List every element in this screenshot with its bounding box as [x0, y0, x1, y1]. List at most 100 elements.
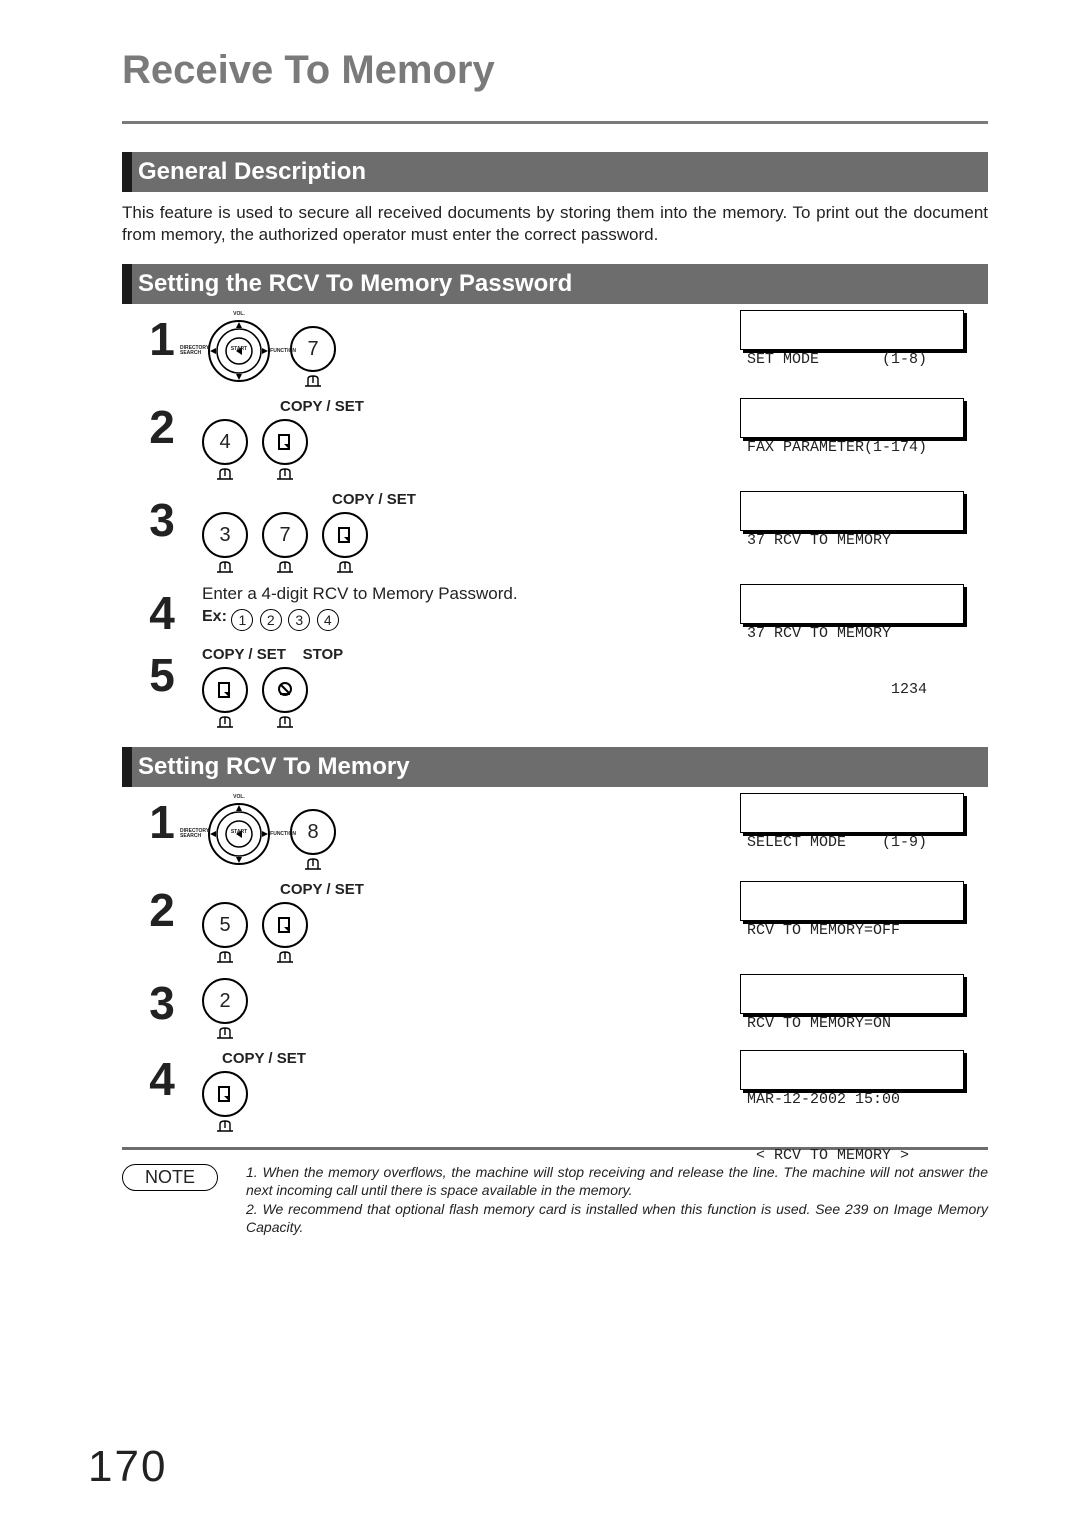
key-label: 8: [307, 821, 318, 844]
pw-step-5: 5 COPY / SET STOP: [122, 646, 988, 729]
lcd-display: RCV TO MEMORY=OFF 1:OFF 2:ON 3:PRINT: [740, 881, 964, 921]
dial-label-directory-search: DIRECTORY SEARCH: [180, 829, 200, 839]
lcd-line-1: SET MODE (1-8): [747, 351, 957, 370]
dial-label-vol: VOL.: [233, 794, 245, 800]
lcd-line-1: SELECT MODE (1-9): [747, 834, 957, 853]
key-4: 4: [202, 419, 248, 481]
lcd-line-1: MAR-12-2002 15:00: [747, 1091, 957, 1110]
copy-set-button: [202, 1071, 248, 1133]
copy-set-label: COPY / SET: [280, 398, 364, 415]
lcd-line-1: FAX PARAMETER(1-174): [747, 439, 957, 458]
key-label: 3: [219, 524, 230, 547]
rcv-step-1: 1: [122, 793, 988, 871]
copy-set-button: [262, 419, 308, 481]
lcd-display: MAR-12-2002 15:00 < RCV TO MEMORY >: [740, 1050, 964, 1090]
copy-set-label: COPY / SET: [280, 881, 364, 898]
stop-button: [262, 667, 308, 729]
pw-step-4: 4 Enter a 4-digit RCV to Memory Password…: [122, 584, 988, 636]
dial-label-start: START: [231, 829, 247, 835]
section-general-description: General Description: [122, 152, 988, 192]
lcd-display: 37 RCV TO MEMORY 1234: [740, 584, 964, 624]
press-icon: [274, 467, 296, 481]
section-set-password: Setting the RCV To Memory Password: [122, 264, 988, 304]
page-icon: [216, 1085, 234, 1103]
key-8: 8: [290, 809, 336, 871]
dial-label-vol: VOL.: [233, 311, 245, 317]
example-digit: 1: [231, 609, 253, 631]
key-2: 2: [202, 978, 248, 1040]
copy-set-button: [322, 512, 368, 574]
lcd-line-1: RCV TO MEMORY=OFF: [747, 922, 957, 941]
step-number: 2: [122, 887, 202, 933]
ex-label: Ex:: [202, 608, 227, 625]
press-icon: [214, 1119, 236, 1133]
dial-label-start: START: [231, 346, 247, 352]
section-heading: Setting RCV To Memory: [138, 753, 410, 780]
key-5: 5: [202, 902, 248, 964]
press-icon: [214, 1026, 236, 1040]
press-icon: [302, 857, 324, 871]
lcd-display: RCV TO MEMORY=ON 1:OFF 2:ON 3:PRINT: [740, 974, 964, 1014]
dial-label-directory-search: DIRECTORY SEARCH: [180, 346, 200, 356]
step-number: 2: [122, 404, 202, 450]
lcd-display: SET MODE (1-8) ENTER NO. OR ∨ ∧: [740, 310, 964, 350]
lcd-line-1: 37 RCV TO MEMORY: [747, 532, 957, 551]
press-icon: [214, 950, 236, 964]
key-label: 4: [219, 431, 230, 454]
stop-icon: [275, 680, 295, 700]
press-icon: [274, 950, 296, 964]
function-dial: VOL. DIRECTORY SEARCH FUNCTION START: [202, 797, 276, 871]
page-icon: [216, 681, 234, 699]
press-icon: [214, 467, 236, 481]
step-number: 4: [122, 590, 202, 636]
press-icon: [214, 715, 236, 729]
copy-set-label: COPY / SET: [222, 1050, 306, 1067]
copy-set-button: [202, 667, 248, 729]
press-icon: [274, 715, 296, 729]
step-number: 3: [122, 980, 202, 1026]
step-number: 3: [122, 497, 202, 543]
example-digit: 4: [317, 609, 339, 631]
general-description-text: This feature is used to secure all recei…: [122, 202, 988, 246]
lcd-display: 37 RCV TO MEMORY ▮▮▮▮: [740, 491, 964, 531]
rcv-step-3: 3 2 RCV TO MEMORY=ON 1:OFF 2:ON 3:PRINT: [122, 974, 988, 1040]
lcd-display: SELECT MODE (1-9) ENTER NO. OR ∨ ∧: [740, 793, 964, 833]
copy-set-label: COPY / SET: [202, 646, 286, 663]
lcd-line-2: < RCV TO MEMORY >: [747, 1147, 957, 1166]
dial-label-function: FUNCTION: [270, 348, 296, 354]
page-icon: [276, 916, 294, 934]
note-label: NOTE: [122, 1164, 218, 1191]
example-digit: 3: [288, 609, 310, 631]
example-digit: 2: [260, 609, 282, 631]
rcv-step-2: 2 COPY / SET 5 RCV: [122, 881, 988, 964]
section-heading: Setting the RCV To Memory Password: [138, 270, 572, 297]
key-7: 7: [290, 326, 336, 388]
page-title: Receive To Memory: [122, 48, 988, 93]
copy-set-button: [262, 902, 308, 964]
pw-step-2: 2 COPY / SET 4: [122, 398, 988, 481]
section-heading: General Description: [138, 158, 366, 185]
note-text-2: 2. We recommend that optional flash memo…: [246, 1201, 988, 1236]
press-icon: [334, 560, 356, 574]
press-icon: [274, 560, 296, 574]
lcd-line-1: 37 RCV TO MEMORY: [747, 625, 957, 644]
dial-label-function: FUNCTION: [270, 831, 296, 837]
key-label: 7: [307, 338, 318, 361]
title-rule: [122, 121, 988, 124]
key-label: 7: [279, 524, 290, 547]
page-number: 170: [88, 1442, 167, 1492]
key-7: 7: [262, 512, 308, 574]
stop-label: STOP: [303, 646, 344, 663]
press-icon: [214, 560, 236, 574]
step-number: 4: [122, 1056, 202, 1102]
rcv-step-4: 4 COPY / SET MAR-12-2002 15:00 < RCV TO …: [122, 1050, 988, 1133]
page-icon: [336, 526, 354, 544]
section-set-rcv: Setting RCV To Memory: [122, 747, 988, 787]
function-dial: VOL. DIRECTORY SEARCH FUNCTION START: [202, 314, 276, 388]
step-number: 5: [122, 652, 202, 698]
press-icon: [302, 374, 324, 388]
lcd-display: FAX PARAMETER(1-174) NO.=▮: [740, 398, 964, 438]
lcd-line-1: RCV TO MEMORY=ON: [747, 1015, 957, 1034]
pw-step-1: 1: [122, 310, 988, 388]
copy-set-label: COPY / SET: [332, 491, 416, 508]
